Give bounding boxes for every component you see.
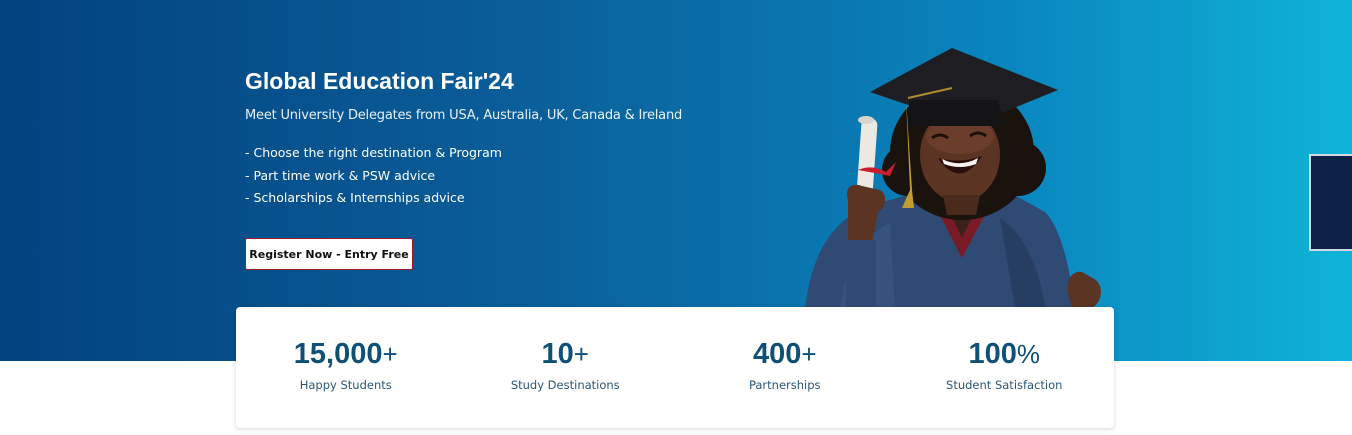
feature-list: - Choose the right destination & Program… [245, 142, 502, 210]
stat-value: 400+ [752, 338, 817, 370]
feature-item: - Choose the right destination & Program [245, 145, 502, 160]
stat-value: 15,000+ [293, 338, 398, 370]
stats-card: 15,000+ Happy Students 10+ Study Destina… [236, 307, 1114, 428]
stat-value: 10+ [541, 338, 589, 370]
graduate-image [805, 48, 1101, 308]
stat-label: Study Destinations [510, 378, 620, 392]
hero-title: Global Education Fair'24 [245, 68, 514, 94]
feature-item: - Part time work & PSW advice [245, 167, 436, 183]
register-now-button[interactable]: Register Now - Entry Free [245, 238, 413, 270]
stat-label: Partnerships [748, 378, 821, 392]
feature-item: - Scholarships & Internships advice [245, 190, 465, 205]
stat-suffix: + [382, 339, 398, 369]
stat-happy-students: 15,000+ Happy Students [236, 337, 456, 392]
hero-subtitle: Meet University Delegates from USA, Aust… [245, 108, 683, 123]
stat-label: Student Satisfaction [946, 378, 1063, 392]
stat-label: Happy Students [299, 378, 392, 392]
stat-suffix: + [573, 339, 589, 369]
stat-suffix: % [1016, 339, 1040, 369]
stat-value: 100% [968, 338, 1040, 370]
stat-partnerships: 400+ Partnerships [675, 337, 895, 392]
side-tab[interactable] [1309, 154, 1352, 251]
stat-study-destinations: 10+ Study Destinations [456, 337, 676, 392]
stat-student-satisfaction: 100% Student Satisfaction [895, 337, 1115, 392]
stat-suffix: + [801, 339, 817, 369]
